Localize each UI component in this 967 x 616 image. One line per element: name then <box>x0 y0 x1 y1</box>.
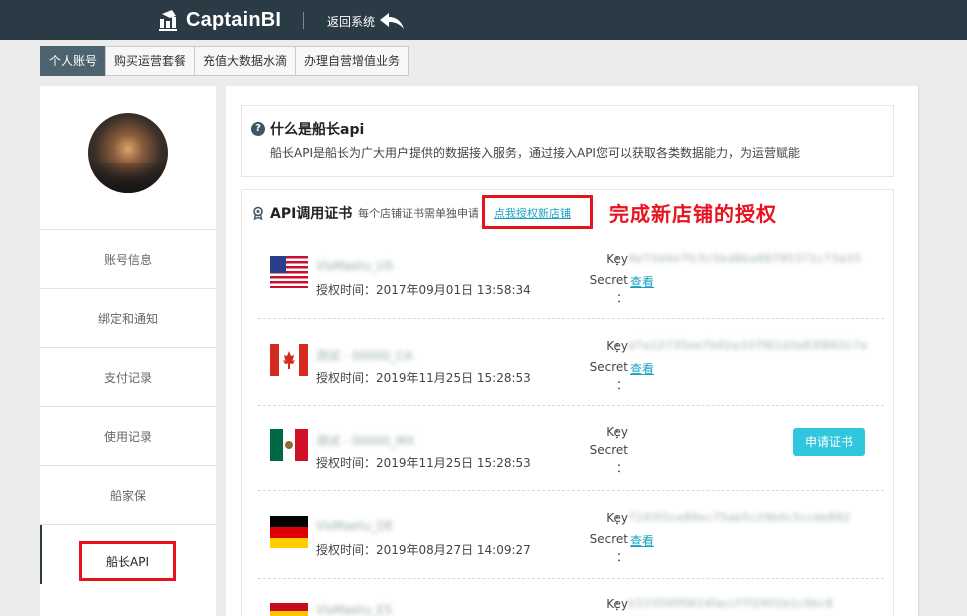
cert-card: API调用证书 每个店铺证书需单独申请 点我授权新店铺 完成新店铺的授权 Vis… <box>241 189 894 616</box>
secret-label: Secret <box>589 273 628 287</box>
view-secret-link[interactable]: 查看 <box>630 360 654 377</box>
store-name: 测试 - 00000_CA <box>316 349 413 363</box>
annotation-text: 完成新店铺的授权 <box>609 202 777 226</box>
auth-time: 授权时间：2019年11月25日 15:28:53 <box>316 371 531 385</box>
sidebar-item-payment-records[interactable]: 支付记录 <box>40 348 216 407</box>
logo-text: CaptainBI <box>186 8 282 31</box>
store-row: 测试 - 00000_CA 授权时间：2019年11月25日 15:28:53 … <box>258 319 884 406</box>
account-tabs: 个人账号 购买运营套餐 充值大数据水滴 办理自营增值业务 <box>40 46 410 76</box>
question-icon: ? <box>251 122 265 136</box>
sidebar-item-label: 使用记录 <box>103 429 152 444</box>
cert-note: 每个店铺证书需单独申请 <box>358 207 479 220</box>
sidebar-item-label: 船家保 <box>109 488 146 503</box>
tab-value-added-services[interactable]: 办理自营增值业务 <box>295 46 410 76</box>
intro-title: ? 什么是船长api <box>251 119 364 139</box>
secret-colon: ： <box>616 378 629 392</box>
sidebar-menu: 账号信息 绑定和通知 支付记录 使用记录 船家保 <box>40 229 216 584</box>
store-name: VisMaetu_US <box>316 259 394 273</box>
sidebar: 账号信息 绑定和通知 支付记录 使用记录 船家保 船长API <box>40 86 216 616</box>
sidebar-item-account-info[interactable]: 账号信息 <box>40 230 216 289</box>
store-name: VisMaetu_DE <box>316 519 394 533</box>
tab-buy-package[interactable]: 购买运营套餐 <box>105 46 196 76</box>
canada-flag-icon <box>270 344 308 376</box>
store-row: VisMaetu_DE 授权时间：2019年08月27日 14:09:27 Ke… <box>258 491 884 579</box>
spain-flag-icon <box>270 603 308 616</box>
view-secret-link[interactable]: 查看 <box>630 532 654 549</box>
secret-colon: ： <box>616 461 629 475</box>
apply-cert-button[interactable]: 申请证书 <box>793 428 865 456</box>
back-to-system-link[interactable]: 返回系统 <box>327 10 405 32</box>
header-divider <box>303 12 304 29</box>
intro-description: 船长API是船长为广大用户提供的数据接入服务，通过接入API您可以获取各类数据能… <box>270 146 800 160</box>
return-arrow-icon <box>380 13 405 29</box>
auth-time: 授权时间：2017年09月01日 13:58:34 <box>316 283 531 297</box>
store-row: 测试 - 00000_MX 授权时间：2019年11月25日 15:28:53 … <box>258 406 884 491</box>
secret-colon: ： <box>616 550 629 564</box>
key-value: 7193f2ce89ec75ab5c29b0c5ccde892 <box>628 511 851 524</box>
store-name: 测试 - 00000_MX <box>316 434 415 448</box>
sidebar-item-label: 绑定和通知 <box>97 311 158 326</box>
auth-time: 授权时间：2019年11月25日 15:28:53 <box>316 456 531 470</box>
avatar[interactable] <box>88 113 168 193</box>
key-colon: ： <box>614 513 627 527</box>
logo[interactable]: CaptainBI <box>156 7 281 33</box>
secret-colon: ： <box>616 291 629 305</box>
cert-title-text: API调用证书 <box>270 206 353 222</box>
key-colon: ： <box>614 341 627 355</box>
sidebar-item-label: 船长API <box>106 554 149 569</box>
cert-title: API调用证书 <box>251 203 352 223</box>
auth-time: 授权时间：2019年08月27日 14:09:27 <box>316 543 531 557</box>
secret-label: Secret <box>589 360 628 374</box>
back-label: 返回系统 <box>327 14 376 29</box>
tab-personal-account[interactable]: 个人账号 <box>40 46 107 76</box>
tab-recharge-droplets[interactable]: 充值大数据水滴 <box>194 46 297 76</box>
sidebar-item-binding-notify[interactable]: 绑定和通知 <box>40 289 216 348</box>
main-content: ? 什么是船长api 船长API是船长为广大用户提供的数据接入服务，通过接入AP… <box>226 86 918 616</box>
captain-logo-icon <box>159 10 177 31</box>
key-colon: ： <box>614 427 627 441</box>
view-secret-link[interactable]: 查看 <box>630 273 654 290</box>
intro-card: ? 什么是船长api 船长API是船长为广大用户提供的数据接入服务，通过接入AP… <box>241 105 894 177</box>
key-value: 4e73d4e7fc5c5bd8ba88795371c73a33 <box>628 252 861 265</box>
sidebar-item-label: 账号信息 <box>103 252 152 267</box>
sidebar-item-label: 支付记录 <box>103 370 152 385</box>
us-flag-icon <box>270 256 308 288</box>
store-row: VisMaetu_ES Key ： b33350ff0614faccf7f290… <box>258 579 884 616</box>
store-row: VisMaetu_US 授权时间：2017年09月01日 13:58:34 Ke… <box>258 234 884 319</box>
germany-flag-icon <box>270 516 308 548</box>
captain-api-highlight[interactable]: 船长API <box>79 541 176 581</box>
intro-title-text: 什么是船长api <box>270 122 365 138</box>
mexico-flag-icon <box>270 429 308 461</box>
sidebar-item-insurance[interactable]: 船家保 <box>40 466 216 525</box>
panel-edge-shadow <box>918 86 922 616</box>
key-colon: ： <box>614 254 627 268</box>
authorize-new-store-link[interactable]: 点我授权新店铺 <box>494 205 571 221</box>
sidebar-item-usage-records[interactable]: 使用记录 <box>40 407 216 466</box>
secret-label: Secret <box>589 532 628 546</box>
certificate-icon <box>253 206 263 220</box>
secret-label: Secret <box>589 443 628 457</box>
key-value: b33350ff0614faccf7f2901b1c0bc8 <box>628 597 834 610</box>
top-bar: CaptainBI 返回系统 <box>0 0 967 40</box>
store-name: VisMaetu_ES <box>316 603 393 616</box>
key-value: d7a12735ee7b02a337f61d3a83f89317e <box>628 339 868 352</box>
key-colon: ： <box>614 599 627 613</box>
